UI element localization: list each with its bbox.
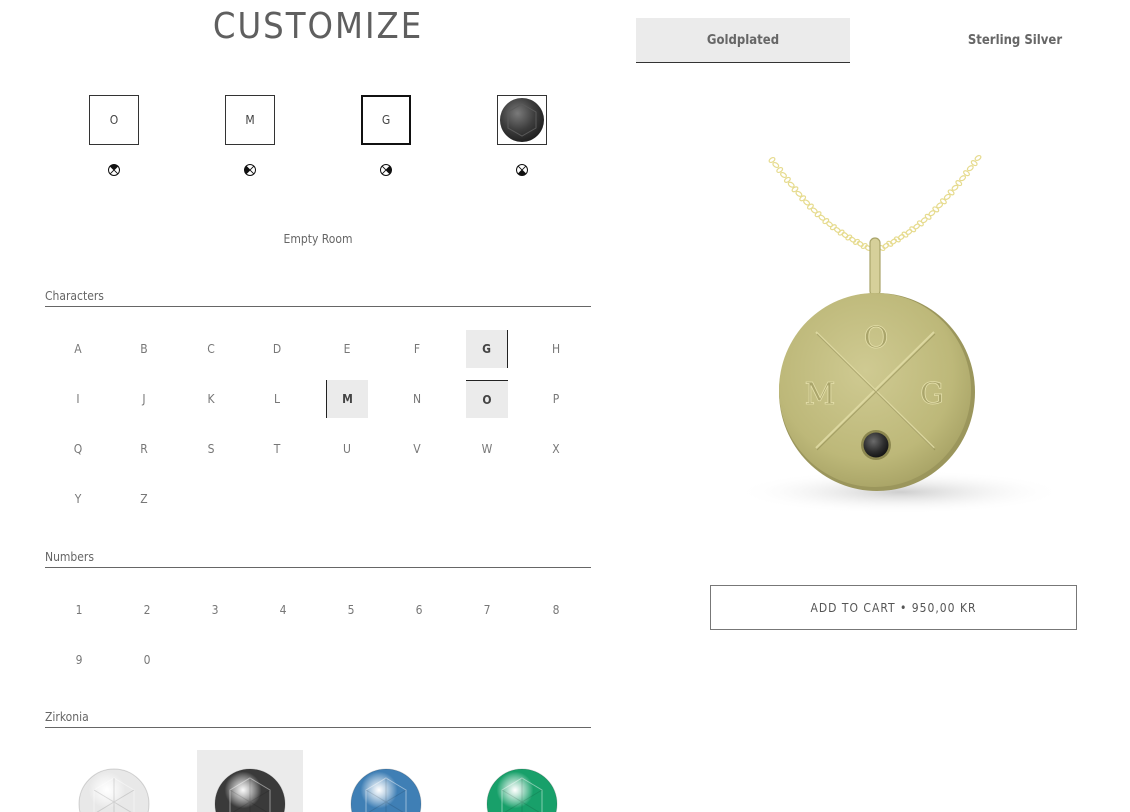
slot-2-position-icon[interactable] (244, 164, 256, 176)
number-1-button[interactable]: 1 (58, 591, 100, 629)
engraving-top: O (864, 321, 889, 356)
character-l-button[interactable]: L (256, 380, 298, 418)
number-6-button[interactable]: 6 (398, 591, 440, 629)
black-zirconia-option[interactable] (197, 750, 303, 812)
zirkonia-heading: Zirkonia (45, 710, 591, 728)
number-8-button[interactable]: 8 (535, 591, 577, 629)
add-to-cart-button[interactable]: ADD TO CART • 950,00 KR (710, 585, 1077, 630)
character-f-button[interactable]: F (396, 330, 438, 368)
number-2-button[interactable]: 2 (126, 591, 168, 629)
number-3-button[interactable]: 3 (194, 591, 236, 629)
engraving-right: G (920, 377, 944, 412)
slot-3-label: G (381, 113, 391, 127)
character-u-button[interactable]: U (326, 430, 368, 468)
engraving-left: M (805, 377, 836, 412)
character-x-button[interactable]: X (535, 430, 577, 468)
character-h-button[interactable]: H (535, 330, 577, 368)
white-zirconia-option[interactable] (61, 750, 167, 812)
character-t-button[interactable]: T (256, 430, 298, 468)
number-4-button[interactable]: 4 (262, 591, 304, 629)
tab-goldplated[interactable]: Goldplated (636, 18, 850, 63)
slot-4-position-icon[interactable] (516, 164, 528, 176)
character-z-button[interactable]: Z (123, 480, 165, 518)
blue-zirconia-option[interactable] (333, 750, 439, 812)
slot-2-label: M (245, 113, 255, 127)
character-j-button[interactable]: J (123, 380, 165, 418)
slot-3-position-icon[interactable] (380, 164, 392, 176)
character-r-button[interactable]: R (123, 430, 165, 468)
green-zirconia-icon (486, 768, 558, 812)
slot-2[interactable]: M (225, 95, 275, 145)
character-k-button[interactable]: K (190, 380, 232, 418)
character-n-button[interactable]: N (396, 380, 438, 418)
character-y-button[interactable]: Y (57, 480, 99, 518)
character-m-button[interactable]: M (326, 380, 368, 418)
number-0-button[interactable]: 0 (126, 641, 168, 679)
white-zirconia-icon (78, 768, 150, 812)
character-e-button[interactable]: E (326, 330, 368, 368)
character-w-button[interactable]: W (466, 430, 508, 468)
chain (768, 154, 982, 252)
slot-3[interactable]: G (361, 95, 411, 145)
character-q-button[interactable]: Q (57, 430, 99, 468)
number-5-button[interactable]: 5 (330, 591, 372, 629)
page-title: CUSTOMIZE (212, 6, 424, 47)
slot-1[interactable]: O (89, 95, 139, 145)
tab-sterling-silver[interactable]: Sterling Silver (908, 18, 1122, 63)
numbers-heading: Numbers (45, 550, 591, 568)
character-i-button[interactable]: I (57, 380, 99, 418)
character-b-button[interactable]: B (123, 330, 165, 368)
pendant-stone (863, 432, 889, 458)
character-g-button[interactable]: G (466, 330, 508, 368)
black-gem-icon (500, 98, 544, 142)
slot-1-position-icon[interactable] (108, 164, 120, 176)
number-9-button[interactable]: 9 (58, 641, 100, 679)
character-p-button[interactable]: P (535, 380, 577, 418)
character-v-button[interactable]: V (396, 430, 438, 468)
character-d-button[interactable]: D (256, 330, 298, 368)
character-s-button[interactable]: S (190, 430, 232, 468)
black-zirconia-icon (214, 768, 286, 812)
room-label: Empty Room (283, 232, 353, 246)
character-a-button[interactable]: A (57, 330, 99, 368)
blue-zirconia-icon (350, 768, 422, 812)
character-c-button[interactable]: C (190, 330, 232, 368)
character-o-button[interactable]: O (466, 380, 508, 418)
green-zirconia-option[interactable] (469, 750, 575, 812)
characters-heading: Characters (45, 289, 591, 307)
slot-4[interactable] (497, 95, 547, 145)
number-7-button[interactable]: 7 (466, 591, 508, 629)
slot-1-label: O (109, 113, 119, 127)
product-image: O M G (710, 120, 1077, 540)
